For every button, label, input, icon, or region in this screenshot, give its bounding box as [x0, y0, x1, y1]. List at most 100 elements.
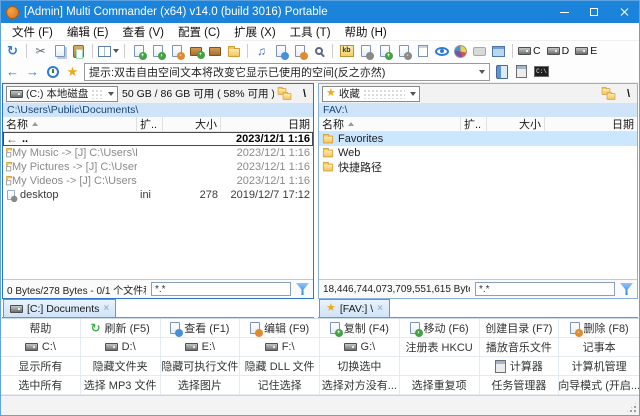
right-filter-input[interactable] [475, 282, 615, 296]
menu-extensions[interactable]: 扩展 (X) [227, 24, 283, 40]
tab-c-documents[interactable]: [C:] Documents × [3, 299, 116, 317]
menu-config[interactable]: 配置 (C) [171, 24, 227, 40]
menu-view[interactable]: 查看 (V) [115, 24, 171, 40]
maximize-button[interactable] [579, 1, 609, 23]
drive-d-button[interactable]: D [547, 43, 574, 60]
remember-selection-button[interactable]: 记住选择 [240, 376, 320, 395]
computer-management-button[interactable]: 计算机管理 [559, 357, 639, 376]
fkey-mkdir-button[interactable]: 创建目录 (F7) [480, 319, 560, 338]
cut-icon[interactable]: ✂ [32, 43, 49, 60]
folder-tree-icon[interactable] [278, 86, 295, 101]
view-filter-eye-icon[interactable] [433, 43, 450, 60]
select-duplicates-button[interactable]: 选择重复项 [400, 376, 480, 395]
edit-file-icon[interactable] [291, 43, 308, 60]
column-header-date[interactable]: 日期 [545, 117, 637, 131]
fkey-move-button[interactable]: ›移动 (F6) [400, 319, 480, 338]
file-move-icon[interactable]: › [149, 43, 166, 60]
forward-icon[interactable]: → [24, 63, 41, 80]
menu-edit[interactable]: 编辑 (E) [60, 24, 116, 40]
right-root-button[interactable]: \ [623, 88, 634, 100]
fkey-edit-button[interactable]: 编辑 (F9) [240, 319, 320, 338]
tab-close-icon[interactable]: × [103, 303, 109, 314]
task-manager-button[interactable]: 任务管理器 [480, 376, 560, 395]
folder-tree-icon[interactable] [602, 86, 619, 101]
table-row-up[interactable]: ←.. 2023/12/1 1:16 [3, 132, 313, 146]
table-row[interactable]: Web [319, 146, 637, 160]
favorites-star-icon[interactable]: ★ [64, 63, 81, 80]
column-header-ext[interactable]: 扩.. [461, 117, 487, 131]
column-header-size[interactable]: 大小 [487, 117, 545, 131]
table-row[interactable]: 快捷路径 [319, 160, 637, 174]
clipboard-icon[interactable] [414, 43, 431, 60]
registry-hkcu-button[interactable]: 注册表 HKCU [400, 338, 480, 357]
history-icon[interactable] [44, 63, 61, 80]
toggle-selection-button[interactable]: 切换选中 [320, 357, 400, 376]
window-layout-icon[interactable] [490, 43, 507, 60]
resize-grip[interactable] [626, 402, 637, 413]
wizard-mode-button[interactable]: 向导模式 (开启... [559, 376, 639, 395]
menu-help[interactable]: 帮助 (H) [338, 24, 394, 40]
column-header-ext[interactable]: 扩.. [137, 117, 163, 131]
fkey-view-button[interactable]: 查看 (F1) [161, 319, 241, 338]
fkey-copy-button[interactable]: +复制 (F4) [320, 319, 400, 338]
checksum-icon[interactable] [357, 43, 374, 60]
right-drive-selector[interactable]: ★ 收藏 [322, 86, 420, 102]
goto-g-button[interactable]: G:\ [320, 338, 400, 357]
hide-dll-button[interactable]: 隐藏 DLL 文件 [240, 357, 320, 376]
calculator-icon[interactable] [513, 63, 530, 80]
drive-c-button[interactable]: C [518, 43, 545, 60]
fkey-help-button[interactable]: 帮助 [1, 319, 81, 338]
select-mp3-button[interactable]: 选择 MP3 文件 [81, 376, 161, 395]
select-images-button[interactable]: 选择图片 [161, 376, 241, 395]
left-filter-input[interactable] [151, 282, 291, 296]
drive-e-button[interactable]: E [575, 43, 601, 60]
refresh-icon[interactable]: ↻ [4, 43, 21, 60]
preview-icon[interactable] [272, 43, 289, 60]
left-path-bar[interactable]: C:\Users\Public\Documents\ [3, 103, 313, 117]
file-copy-icon[interactable]: + [130, 43, 147, 60]
goto-d-button[interactable]: D:\ [81, 338, 161, 357]
hide-folders-button[interactable]: 隐藏文件夹 [81, 357, 161, 376]
column-header-size[interactable]: 大小 [163, 117, 221, 131]
table-row[interactable]: My Music -> [J] C:\Users\Public\Music 20… [3, 146, 313, 160]
tab-fav[interactable]: ★ [FAV:] \ × [319, 299, 390, 317]
filter-funnel-icon[interactable] [296, 283, 309, 295]
disk-usage-pie-icon[interactable] [452, 43, 469, 60]
table-row[interactable]: My Pictures -> [J] C:\Users\Public\Pictu… [3, 160, 313, 174]
hide-executables-button[interactable]: 隐藏可执行文件 [161, 357, 241, 376]
left-root-button[interactable]: \ [299, 88, 310, 100]
fkey-refresh-button[interactable]: ↻刷新 (F5) [81, 319, 161, 338]
right-path-bar[interactable]: FAV:\ [319, 103, 637, 117]
split-view-icon[interactable] [98, 43, 119, 60]
search-icon[interactable] [310, 43, 327, 60]
menu-tools[interactable]: 工具 (T) [283, 24, 338, 40]
unpack-icon[interactable] [206, 43, 223, 60]
filter-funnel-icon[interactable] [620, 283, 633, 295]
notes-book-icon[interactable] [493, 63, 510, 80]
select-all-button[interactable]: 选中所有 [1, 376, 81, 395]
file-plus-icon[interactable]: + [376, 43, 393, 60]
select-missing-button[interactable]: 选择对方没有... [320, 376, 400, 395]
column-header-date[interactable]: 日期 [221, 117, 313, 131]
menu-file[interactable]: 文件 (F) [5, 24, 60, 40]
table-row[interactable]: My Videos -> [J] C:\Users\Public\Videos … [3, 174, 313, 188]
size-kb-icon[interactable]: kb [338, 43, 355, 60]
comments-icon[interactable] [471, 43, 488, 60]
music-icon[interactable]: ♫ [253, 43, 270, 60]
notepad-button[interactable]: 记事本 [559, 338, 639, 357]
goto-f-button[interactable]: F:\ [240, 338, 320, 357]
copy-icon[interactable] [51, 43, 68, 60]
pack-icon[interactable]: + [187, 43, 204, 60]
left-drive-selector[interactable]: (C:) 本地磁盘 [6, 86, 118, 102]
back-icon[interactable]: ← [4, 63, 21, 80]
hint-combobox[interactable]: 提示:双击自由空间文本将改变它显示已使用的空间(反之亦然) [84, 63, 490, 81]
fkey-delete-button[interactable]: -删除 (F8) [559, 319, 639, 338]
minimize-button[interactable] [549, 1, 579, 23]
close-button[interactable] [609, 1, 639, 23]
folder-sync-icon[interactable] [225, 43, 242, 60]
column-header-name[interactable]: 名称 [319, 117, 461, 131]
tab-close-icon[interactable]: × [377, 303, 383, 314]
file-delete-icon[interactable]: - [168, 43, 185, 60]
column-header-name[interactable]: 名称 [3, 117, 137, 131]
calculator-button[interactable]: 计算器 [480, 357, 560, 376]
